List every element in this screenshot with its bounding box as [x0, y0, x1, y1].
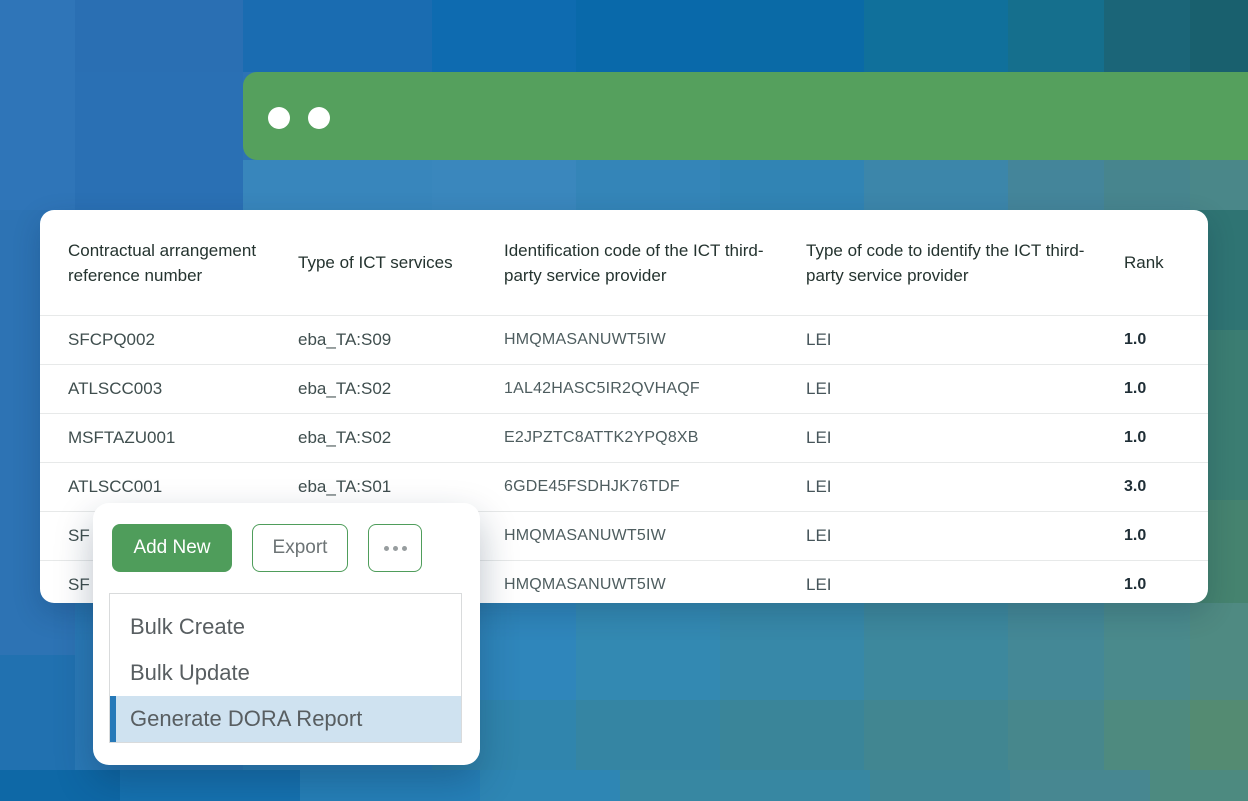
cell-provider-code: HMQMASANUWT5IW: [504, 576, 806, 594]
background-tile: [0, 72, 75, 210]
background-tile: [0, 0, 75, 72]
column-header-rank: Rank: [1124, 250, 1180, 275]
column-header-service-type: Type of ICT services: [298, 250, 504, 275]
menu-item-generate-dora-report[interactable]: Generate DORA Report: [110, 696, 461, 742]
cell-contract-ref: SFCPQ002: [68, 330, 298, 350]
table-row[interactable]: MSFTAZU001 eba_TA:S02 E2JPZTC8ATTK2YPQ8X…: [40, 413, 1208, 462]
cell-contract-ref: ATLSCC003: [68, 379, 298, 399]
menu-item-bulk-update[interactable]: Bulk Update: [110, 650, 461, 696]
column-header-contract-ref: Contractual arrangement reference number: [68, 238, 298, 288]
window-control-dot: [308, 107, 330, 129]
background-tile: [1008, 0, 1104, 72]
cell-provider-code: 1AL42HASC5IR2QVHAQF: [504, 380, 806, 398]
background-tile: [1190, 160, 1248, 210]
background-tile: [1190, 0, 1248, 72]
cell-rank: 1.0: [1124, 380, 1180, 398]
app-header-bar: [243, 72, 1248, 160]
cell-code-type: LEI: [806, 428, 1124, 448]
background-tile: [1190, 603, 1248, 700]
background-tile: [432, 160, 576, 210]
background-tile: [480, 770, 620, 801]
cell-service-type: eba_TA:S01: [298, 477, 504, 497]
cell-provider-code: E2JPZTC8ATTK2YPQ8XB: [504, 429, 806, 447]
background-tile: [720, 0, 864, 72]
cell-code-type: LEI: [806, 526, 1124, 546]
background-tile: [720, 160, 864, 210]
cell-service-type: eba_TA:S02: [298, 379, 504, 399]
background-tile: [864, 0, 1008, 72]
ellipsis-icon: [393, 546, 398, 551]
actions-popover: Add New Export Bulk Create Bulk Update G…: [93, 503, 480, 765]
background-tile: [1104, 0, 1190, 72]
background-tile: [1150, 770, 1248, 801]
actions-menu: Bulk Create Bulk Update Generate DORA Re…: [109, 593, 462, 743]
background-tile: [1008, 603, 1104, 700]
table-row[interactable]: ATLSCC003 eba_TA:S02 1AL42HASC5IR2QVHAQF…: [40, 364, 1208, 413]
background-tile: [0, 655, 75, 770]
background-tile: [120, 770, 300, 801]
background-tile: [870, 770, 1010, 801]
background-tile: [864, 160, 1008, 210]
add-new-button[interactable]: Add New: [112, 524, 232, 572]
table-row[interactable]: SFCPQ002 eba_TA:S09 HMQMASANUWT5IW LEI 1…: [40, 315, 1208, 364]
background-tile: [576, 0, 720, 72]
cell-provider-code: HMQMASANUWT5IW: [504, 331, 806, 349]
background-tile: [75, 72, 243, 210]
cell-service-type: eba_TA:S02: [298, 428, 504, 448]
cell-code-type: LEI: [806, 477, 1124, 497]
background-tile: [720, 700, 864, 770]
background-tile: [432, 0, 576, 72]
background-tile: [300, 770, 480, 801]
cell-provider-code: 6GDE45FSDHJK76TDF: [504, 478, 806, 496]
window-control-dot: [268, 107, 290, 129]
ellipsis-icon: [384, 546, 389, 551]
screen: Contractual arrangement reference number…: [0, 0, 1248, 801]
menu-item-bulk-create[interactable]: Bulk Create: [110, 604, 461, 650]
background-tile: [1190, 700, 1248, 770]
column-header-provider-code: Identification code of the ICT third-par…: [504, 238, 806, 288]
background-tile: [864, 700, 1008, 770]
cell-rank: 1.0: [1124, 429, 1180, 447]
cell-rank: 1.0: [1124, 527, 1180, 545]
actions-button-row: Add New Export: [112, 524, 422, 572]
column-header-code-type: Type of code to identify the ICT third-p…: [806, 238, 1124, 288]
ellipsis-icon: [402, 546, 407, 551]
background-tile: [75, 0, 243, 72]
background-tile: [0, 770, 120, 801]
background-tile: [1104, 603, 1190, 700]
background-tile: [1010, 770, 1150, 801]
background-tile: [243, 0, 432, 72]
cell-code-type: LEI: [806, 575, 1124, 595]
cell-code-type: LEI: [806, 330, 1124, 350]
cell-rank: 3.0: [1124, 478, 1180, 496]
selected-item-accent-bar: [110, 696, 116, 742]
background-tile: [864, 603, 1008, 700]
cell-rank: 1.0: [1124, 331, 1180, 349]
background-tile: [576, 700, 720, 770]
background-tile: [1104, 700, 1190, 770]
more-actions-button[interactable]: [368, 524, 422, 572]
cell-rank: 1.0: [1124, 576, 1180, 594]
background-tile: [1008, 700, 1104, 770]
background-tile: [576, 603, 720, 700]
background-tile: [620, 770, 870, 801]
background-tile: [576, 160, 720, 210]
export-button[interactable]: Export: [252, 524, 348, 572]
cell-code-type: LEI: [806, 379, 1124, 399]
background-tile: [720, 603, 864, 700]
background-tile: [243, 160, 432, 210]
table-header-row: Contractual arrangement reference number…: [40, 210, 1208, 315]
cell-provider-code: HMQMASANUWT5IW: [504, 527, 806, 545]
background-tile: [1104, 160, 1190, 210]
cell-service-type: eba_TA:S09: [298, 330, 504, 350]
background-tile: [1008, 160, 1104, 210]
cell-contract-ref: ATLSCC001: [68, 477, 298, 497]
cell-contract-ref: MSFTAZU001: [68, 428, 298, 448]
menu-item-label: Generate DORA Report: [130, 706, 362, 732]
